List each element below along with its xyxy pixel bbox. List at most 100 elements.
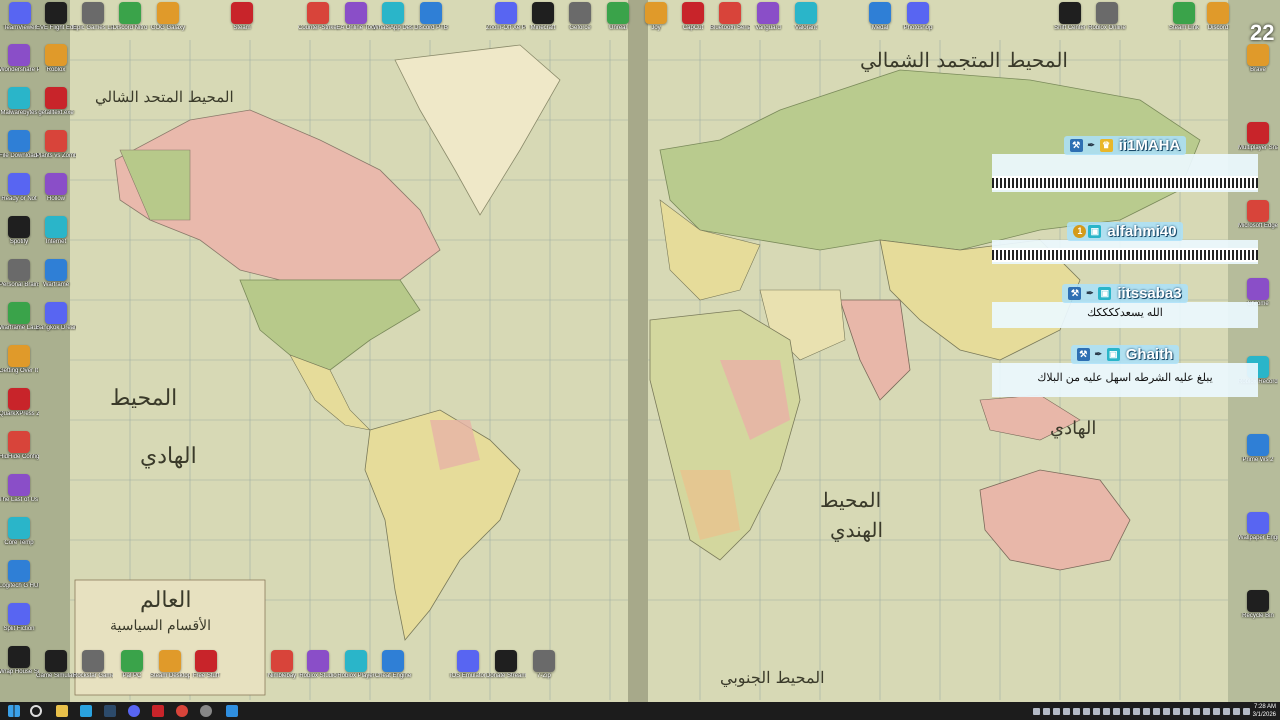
desktop-icon-left2[interactable]: Hollow: [36, 173, 76, 203]
desktop-icon-bottom[interactable]: Roblox Player: [336, 650, 376, 680]
tray-icon[interactable]: [1173, 707, 1180, 715]
app-red-icon[interactable]: [152, 705, 164, 717]
tray-icon[interactable]: [1073, 707, 1080, 715]
tray-icon[interactable]: [1103, 707, 1110, 715]
tray-icon[interactable]: [1053, 707, 1060, 715]
desktop-icon-top[interactable]: TeamViewer: [0, 2, 40, 32]
desktop-icon-top[interactable]: Shift Center: [1050, 2, 1090, 32]
map-cartouche-subtitle: الأقسام السياسية: [110, 618, 212, 634]
desktop-icon-top[interactable]: GOG Galaxy: [148, 2, 188, 32]
desktop-icon-left2[interactable]: Plants vs Zombies: [36, 130, 76, 160]
system-clock[interactable]: 7:28 AM 3/1/2026: [1253, 703, 1276, 719]
tray-icon[interactable]: [1193, 707, 1200, 715]
tray-icon[interactable]: [1133, 707, 1140, 715]
desktop-icon-left[interactable]: QuarkXPress Zone: [0, 388, 39, 418]
desktop-icon-bottom[interactable]: Donate Stream: [486, 650, 526, 680]
desktop-icon-top[interactable]: Roblox Online: [1087, 2, 1127, 32]
tray-icon[interactable]: [1223, 707, 1230, 715]
desktop-icon-left[interactable]: Ready or Not: [0, 173, 39, 203]
desktop-icon-bottom[interactable]: iOS Emulator: [448, 650, 488, 680]
desktop-icon-left2[interactable]: Warframe: [36, 259, 76, 289]
telegram-icon[interactable]: [80, 705, 92, 717]
desktop-icon-top[interactable]: WhatsApp Desktop: [373, 2, 413, 32]
desktop-icon-top[interactable]: Bluetooth Serial: [710, 2, 750, 32]
desktop-icon-top[interactable]: Photoshop: [898, 2, 938, 32]
tray-icon[interactable]: [1163, 707, 1170, 715]
desktop-icon-left2[interactable]: getalltext.exe: [36, 87, 76, 117]
desktop-icon-left[interactable]: HidHide Configuration: [0, 431, 39, 461]
tray-icon[interactable]: [1153, 707, 1160, 715]
app-icon: [82, 650, 104, 672]
tray-icon[interactable]: [1113, 707, 1120, 715]
tray-icon[interactable]: [1123, 707, 1130, 715]
desktop-icon-top[interactable]: Discord PTB: [411, 2, 451, 32]
desktop-icon-left[interactable]: Warframe Launcher: [0, 302, 39, 332]
tray-icon[interactable]: [1093, 707, 1100, 715]
desktop-icon-bottom[interactable]: Cheat Engine: [373, 650, 413, 680]
desktop-icon-top[interactable]: Counter-Strike 2 Simulator: [298, 2, 338, 32]
desktop-icon-right[interactable]: Brave: [1238, 44, 1278, 74]
desktop-icon-bottom[interactable]: Nimblebay: [262, 650, 302, 680]
settings-icon[interactable]: [200, 705, 212, 717]
steam-icon[interactable]: [104, 705, 116, 717]
desktop-icon-right[interactable]: Prime Ws 2: [1238, 434, 1278, 464]
desktop-icon-left[interactable]: Malwarebytes: [0, 87, 39, 117]
desktop-icon-top[interactable]: Discord: [1198, 2, 1238, 32]
desktop-icon-left[interactable]: Wrap House Simulator: [0, 646, 39, 676]
desktop-icon-bottom[interactable]: Roblox Studio: [298, 650, 338, 680]
tray-icon[interactable]: [1243, 707, 1250, 715]
desktop-icon-bottom[interactable]: Game Simulator: [36, 650, 76, 680]
desktop-icon-top[interactable]: Discord Nitro: [110, 2, 150, 32]
desktop-icon-top[interactable]: CapCut: [673, 2, 713, 32]
desktop-icon-left[interactable]: Core Temp: [0, 517, 39, 547]
desktop-icon-bottom[interactable]: Pal PC: [112, 650, 152, 680]
desktop-icon-left[interactable]: Logitech G HUB: [0, 560, 39, 590]
desktop-icon-left[interactable]: File Downloader: [0, 130, 39, 160]
search-icon[interactable]: [30, 705, 42, 717]
desktop-icon-bottom[interactable]: Free Stuff: [186, 650, 226, 680]
tray-icon[interactable]: [1063, 707, 1070, 715]
tray-icon[interactable]: [1213, 707, 1220, 715]
tray-icon[interactable]: [1143, 707, 1150, 715]
desktop-icon-bottom[interactable]: Rockstar Games Launcher: [73, 650, 113, 680]
desktop-icon-top[interactable]: Steam: [222, 2, 262, 32]
windows-start-icon[interactable]: [8, 705, 20, 717]
desktop-icon-left[interactable]: Wondershare PDFelement: [0, 44, 39, 74]
desktop-icon-top[interactable]: EA Online Tool: [336, 2, 376, 32]
desktop-icon-left2[interactable]: Internet: [36, 216, 76, 246]
desktop-icon-left[interactable]: Split Fiction: [0, 603, 39, 633]
desktop-icon-bottom[interactable]: Steam Desktop Authenticator: [150, 650, 190, 680]
tray-icon[interactable]: [1043, 707, 1050, 715]
desktop-icon-left2[interactable]: Roblox: [36, 44, 76, 74]
desktop-icon-right[interactable]: Recycle Bin: [1238, 590, 1278, 620]
tray-icon[interactable]: [1083, 707, 1090, 715]
app-blue-icon[interactable]: [226, 705, 238, 717]
desktop-icon-top[interactable]: Geforce: [560, 2, 600, 32]
desktop-icon-top[interactable]: Minecraft: [523, 2, 563, 32]
discord-icon[interactable]: [128, 705, 140, 717]
desktop-icon-top[interactable]: Zoom-Off Xe People: [486, 2, 526, 32]
desktop-icon-top[interactable]: Medal: [860, 2, 900, 32]
chrome-icon[interactable]: [176, 705, 188, 717]
desktop-icon-top[interactable]: Epic Games Launcher: [73, 2, 113, 32]
desktop-icon-left[interactable]: Spotify: [0, 216, 39, 246]
desktop-icon-left2[interactable]: Bangkok Dream: [36, 302, 76, 332]
desktop-icon-label: Unreal: [609, 25, 627, 31]
desktop-icon-top[interactable]: Unreal: [598, 2, 638, 32]
desktop-icon-top[interactable]: Vanguard: [748, 2, 788, 32]
desktop-icon-left[interactable]: Getting Over It with Bennett: [0, 345, 39, 375]
desktop-icon-left[interactable]: Personal Brains: [0, 259, 39, 289]
tray-icon[interactable]: [1203, 707, 1210, 715]
tray-icon[interactable]: [1183, 707, 1190, 715]
tray-icon[interactable]: [1233, 707, 1240, 715]
desktop-icon-top[interactable]: EVE Flight Editor Demo: [36, 2, 76, 32]
desktop-icon-top[interactable]: Valorant: [786, 2, 826, 32]
desktop-icon-right[interactable]: Wallpaper Engine: [1238, 512, 1278, 542]
tray-icon[interactable]: [1033, 707, 1040, 715]
desktop-icon-top[interactable]: Joy: [636, 2, 676, 32]
chat-username: ii1MAHA: [1118, 136, 1181, 154]
file-explorer-icon[interactable]: [56, 705, 68, 717]
desktop-icon-left[interactable]: The Last of Us Part II: [0, 474, 39, 504]
desktop-icon-bottom[interactable]: 7-Zip: [524, 650, 564, 680]
app-icon: [8, 560, 30, 582]
